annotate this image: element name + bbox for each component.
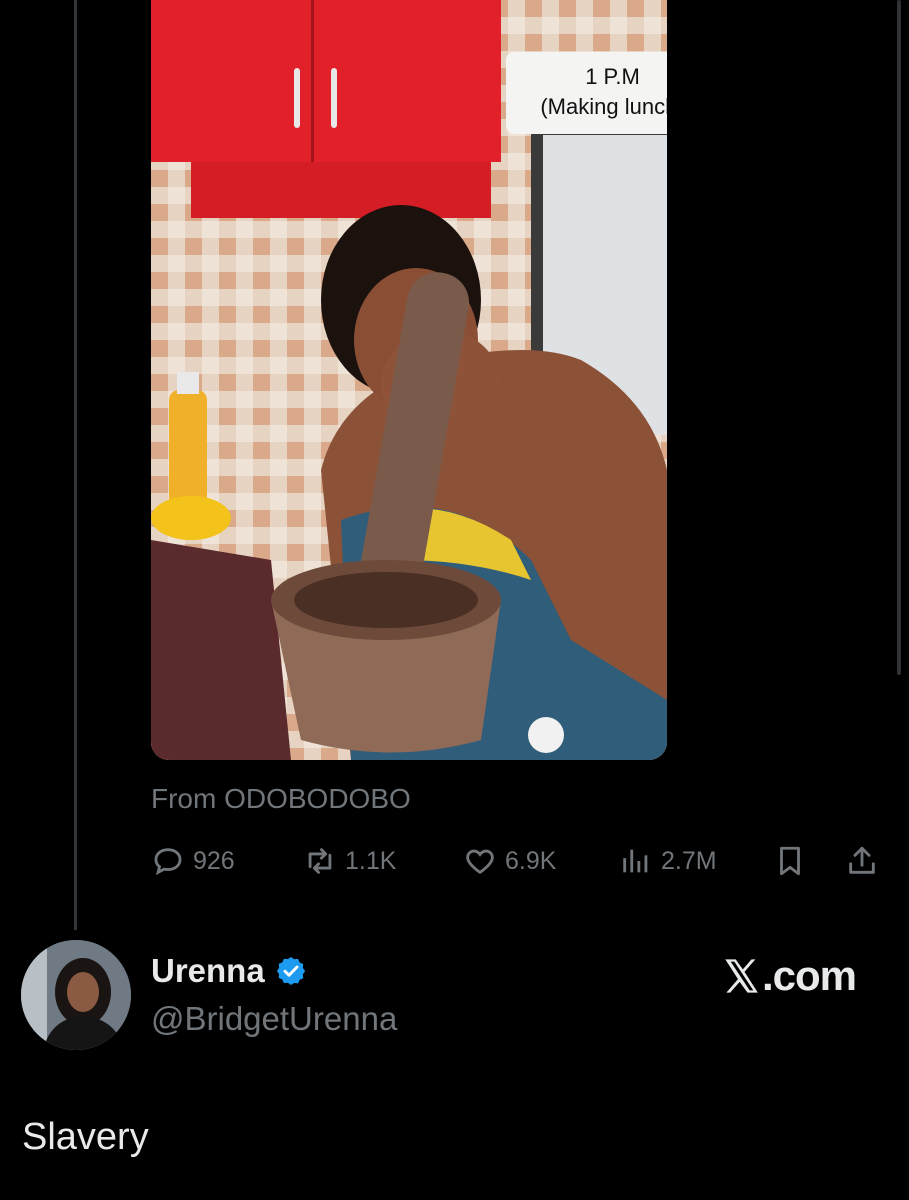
repost-button[interactable]: 1.1K — [303, 838, 396, 884]
video-player[interactable]: 1 P.M (Making lunch) — [151, 0, 667, 760]
author-row: Urenna @BridgetUrenna .com — [0, 936, 909, 1056]
like-count: 6.9K — [505, 846, 557, 875]
avatar[interactable] — [21, 940, 131, 1050]
repost-icon — [308, 848, 332, 874]
author-name-row[interactable]: Urenna — [151, 952, 307, 990]
tweet-actions: 926 1.1K 6.9K 2.7M — [151, 838, 886, 884]
caption-line-1: 1 P.M — [585, 64, 640, 89]
bookmark-button[interactable] — [773, 838, 807, 884]
x-com-logo[interactable]: .com — [722, 952, 857, 1000]
views-count: 2.7M — [661, 846, 717, 875]
thread-line — [74, 0, 77, 930]
x-logo-icon — [725, 959, 758, 993]
views-button[interactable]: 2.7M — [619, 838, 717, 884]
reply-count: 926 — [193, 846, 235, 875]
verified-badge-icon — [276, 957, 305, 985]
author-name: Urenna — [151, 952, 265, 989]
like-button[interactable]: 6.9K — [463, 838, 556, 884]
reply-button[interactable]: 926 — [151, 838, 235, 884]
avatar-image — [21, 940, 131, 1050]
x-logo-text: .com — [762, 952, 857, 999]
caption-line-2: (Making lunch) — [540, 94, 667, 119]
views-icon — [623, 849, 648, 873]
heart-icon — [466, 849, 494, 875]
share-button[interactable] — [845, 838, 879, 884]
share-icon — [849, 846, 875, 874]
tweet-text: Slavery — [22, 1116, 149, 1158]
scrollbar[interactable] — [897, 0, 901, 675]
bookmark-icon — [780, 846, 800, 876]
reply-icon — [154, 848, 182, 876]
repost-count: 1.1K — [345, 846, 397, 875]
media-source[interactable]: From ODOBODOBO — [151, 783, 411, 815]
video-caption: 1 P.M (Making lunch) — [506, 52, 667, 134]
author-handle[interactable]: @BridgetUrenna — [151, 1000, 397, 1038]
